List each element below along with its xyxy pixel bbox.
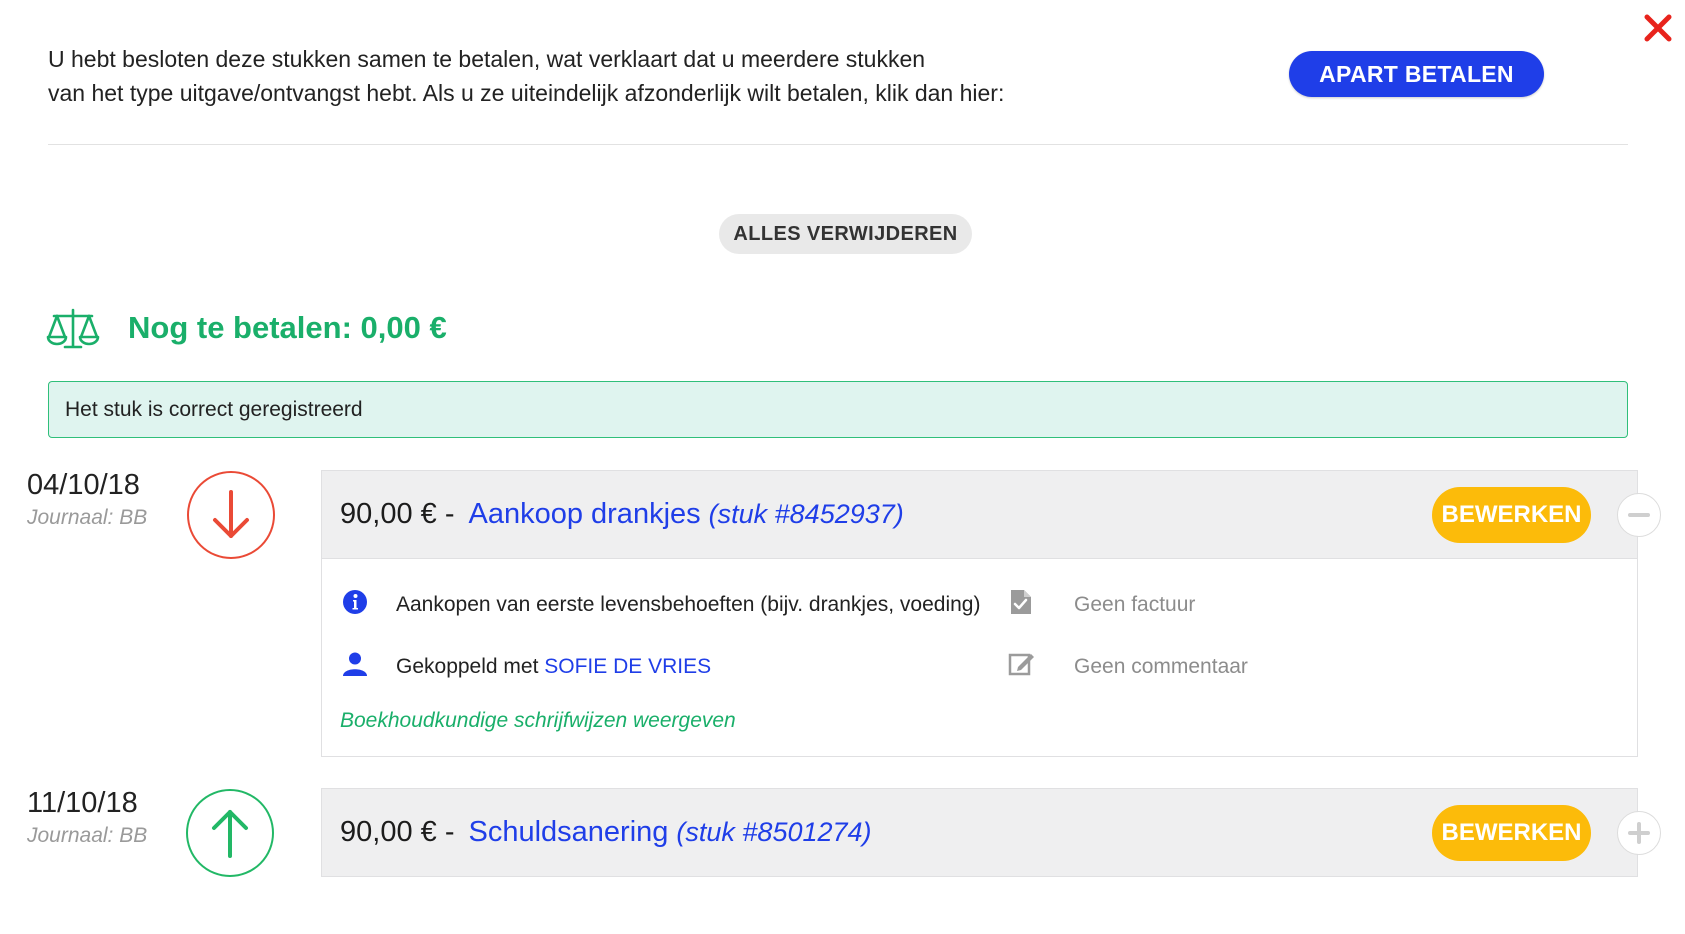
entry-stuk-number: (stuk #8452937) xyxy=(708,499,904,529)
info-message: U hebt besloten deze stukken samen te be… xyxy=(48,42,1148,110)
remove-all-button[interactable]: ALLES VERWIJDEREN xyxy=(719,214,972,254)
entry-card-header: 90,00 € - Schuldsanering (stuk #8501274)… xyxy=(321,788,1661,877)
entry-date-block: 04/10/18 Journaal: BB xyxy=(27,469,147,530)
entry-amount: 90,00 € - xyxy=(340,816,455,848)
arrow-up-icon xyxy=(212,810,248,858)
entry-stuk-number: (stuk #8501274) xyxy=(676,817,872,847)
arrow-down-icon xyxy=(213,490,249,538)
entry-date-block: 11/10/18 Journaal: BB xyxy=(27,787,147,848)
plus-icon xyxy=(1628,822,1650,844)
linked-prefix: Gekoppeld met xyxy=(396,655,539,678)
entry-card-header: 90,00 € - Aankoop drankjes (stuk #845293… xyxy=(321,470,1661,559)
remaining-balance: Nog te betalen: 0,00 € xyxy=(128,310,447,345)
collapse-button[interactable] xyxy=(1617,493,1661,537)
comment-status: Geen commentaar xyxy=(1074,655,1248,678)
entry-amount: 90,00 € - xyxy=(340,498,455,530)
entry-date: 04/10/18 xyxy=(27,469,140,501)
entry-date: 11/10/18 xyxy=(27,787,138,819)
apart-betalen-button[interactable]: APART BETALEN xyxy=(1289,51,1544,97)
edit-note-icon xyxy=(1008,651,1036,682)
expand-button[interactable] xyxy=(1617,811,1661,855)
entry-title-link[interactable]: Aankoop drankjes xyxy=(468,498,700,531)
edit-button[interactable]: BEWERKEN xyxy=(1432,805,1591,861)
scale-icon xyxy=(46,308,100,350)
close-icon[interactable] xyxy=(1638,8,1678,48)
entry-journal: Journaal: BB xyxy=(27,824,148,847)
edit-button[interactable]: BEWERKEN xyxy=(1432,487,1591,543)
info-line-1: U hebt besloten deze stukken samen te be… xyxy=(48,46,926,72)
category-text: Aankopen van eerste levensbehoeften (bij… xyxy=(396,593,981,616)
income-direction-badge xyxy=(186,789,274,877)
info-icon xyxy=(342,589,368,620)
minus-icon xyxy=(1628,513,1650,517)
info-line-2: van het type uitgave/ontvangst hebt. Als… xyxy=(48,80,1005,106)
success-alert: Het stuk is correct geregistreerd xyxy=(48,381,1628,438)
entry-title-link[interactable]: Schuldsanering xyxy=(468,816,668,849)
entry-card-details: Aankopen van eerste levensbehoeften (bij… xyxy=(321,559,1638,757)
invoice-status: Geen factuur xyxy=(1074,593,1196,616)
success-message: Het stuk is correct geregistreerd xyxy=(65,397,363,421)
linked-person-link[interactable]: SOFIE DE VRIES xyxy=(544,655,711,678)
linked-row: Gekoppeld met SOFIE DE VRIES xyxy=(396,655,711,679)
divider xyxy=(48,144,1628,145)
accounting-entries-link[interactable]: Boekhoudkundige schrijfwijzen weergeven xyxy=(340,709,736,733)
invoice-icon xyxy=(1009,589,1033,620)
expense-direction-badge xyxy=(187,471,275,559)
entry-journal: Journaal: BB xyxy=(27,506,148,529)
person-icon xyxy=(342,651,368,682)
